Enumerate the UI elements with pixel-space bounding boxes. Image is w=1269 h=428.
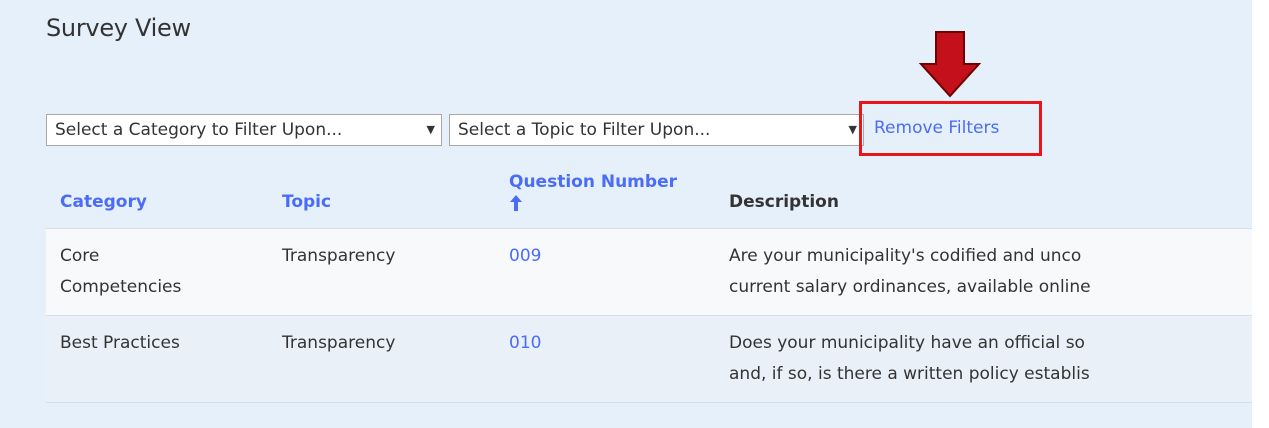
red-down-arrow-icon: [918, 31, 982, 98]
column-header-category[interactable]: Category: [46, 160, 268, 229]
cell-category: Best Practices: [46, 315, 268, 403]
survey-table: Category Topic Question Number Descripti…: [46, 160, 1252, 403]
cell-description: Does your municipality have an official …: [715, 315, 1252, 403]
column-header-description-label: Description: [729, 191, 839, 212]
column-header-question-number-label: Question Number: [509, 171, 677, 192]
annotation-highlight-box: [859, 101, 1042, 156]
column-header-topic[interactable]: Topic: [268, 160, 495, 229]
column-header-question-number[interactable]: Question Number: [495, 160, 715, 229]
survey-panel: Survey View Select a Category to Filter …: [0, 0, 1252, 428]
category-filter-placeholder: Select a Category to Filter Upon...: [55, 120, 343, 140]
cell-description-line2: current salary ordinances, available onl…: [729, 276, 1091, 297]
cell-category-line1: Best Practices: [60, 332, 180, 353]
cell-category: Core Competencies: [46, 228, 268, 316]
topic-filter-placeholder: Select a Topic to Filter Upon...: [458, 120, 711, 140]
cell-category-line1: Core: [60, 245, 100, 266]
cell-category-line2: Competencies: [60, 276, 182, 297]
cell-description: Are your municipality's codified and unc…: [715, 228, 1252, 316]
column-header-description[interactable]: Description: [715, 160, 1252, 229]
arrow-up-icon: [510, 194, 522, 211]
cell-question-number-link[interactable]: 009: [495, 228, 715, 316]
category-filter-select[interactable]: Select a Category to Filter Upon... ▼: [46, 114, 442, 146]
table-row: Best Practices Transparency 010 Does you…: [46, 315, 1252, 403]
column-header-category-label: Category: [60, 191, 147, 212]
cell-topic: Transparency: [268, 228, 495, 316]
cell-description-line2: and, if so, is there a written policy es…: [729, 363, 1090, 384]
cell-description-line1: Are your municipality's codified and unc…: [729, 245, 1082, 266]
caret-down-icon: ▼: [426, 123, 435, 136]
cell-description-line1: Does your municipality have an official …: [729, 332, 1085, 353]
cell-question-number-link[interactable]: 010: [495, 315, 715, 403]
page-title: Survey View: [46, 14, 191, 42]
column-header-topic-label: Topic: [282, 191, 332, 212]
caret-down-icon: ▼: [848, 123, 857, 136]
topic-filter-select[interactable]: Select a Topic to Filter Upon... ▼: [449, 114, 864, 146]
table-header-row: Category Topic Question Number Descripti…: [46, 160, 1252, 229]
cell-topic: Transparency: [268, 315, 495, 403]
table-row: Core Competencies Transparency 009 Are y…: [46, 228, 1252, 316]
